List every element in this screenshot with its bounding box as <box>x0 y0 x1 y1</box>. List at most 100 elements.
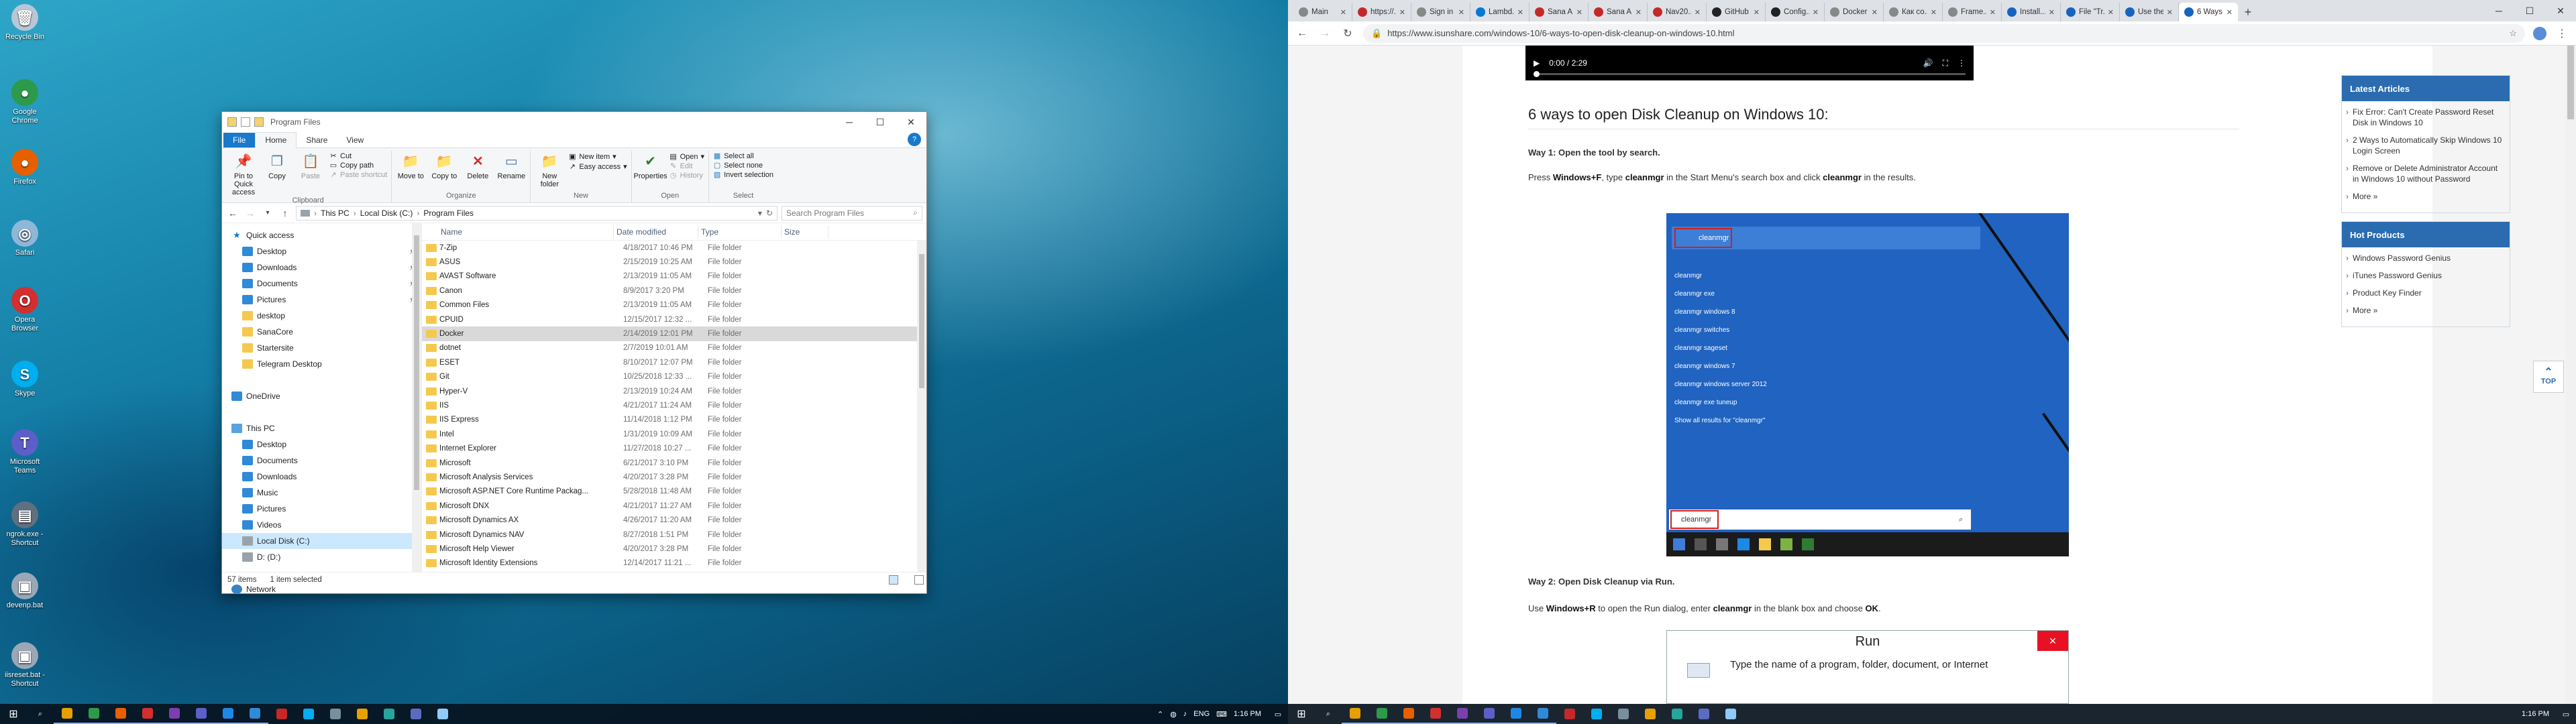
minimize-button[interactable]: ─ <box>834 112 865 132</box>
taskbar-app-icon[interactable] <box>429 704 456 724</box>
taskbar-app-icon[interactable] <box>161 704 188 724</box>
nav-item[interactable]: D: (D:) <box>222 549 421 565</box>
scrollbar-thumb[interactable] <box>414 235 419 490</box>
sidebar-link[interactable]: 2 Ways to Automatically Skip Windows 10 … <box>2346 135 2504 156</box>
file-row[interactable]: Microsoft ASP.NET Core Runtime Packag...… <box>422 485 926 499</box>
taskbar-app-icon[interactable] <box>134 704 161 724</box>
forward-arrow-icon[interactable]: → <box>1318 27 1332 40</box>
new-tab-button[interactable]: + <box>2238 3 2258 21</box>
address-bar[interactable]: 🔒 https://www.isunshare.com/windows-10/6… <box>1363 23 2525 43</box>
maximize-button[interactable]: ☐ <box>2514 0 2545 21</box>
taskbar-app-icon[interactable] <box>54 704 80 724</box>
nav-item[interactable]: Desktop <box>222 436 421 452</box>
nav-item[interactable]: Documents <box>222 452 421 469</box>
back-arrow-icon[interactable]: ← <box>1295 27 1309 40</box>
desktop-shortcut[interactable]: ▣ devenp.bat <box>4 572 46 610</box>
nav-item[interactable]: OneDrive <box>222 388 421 404</box>
paste-button[interactable]: 📋 Paste <box>296 151 325 196</box>
taskbar-app-icon[interactable] <box>402 704 429 724</box>
file-row[interactable]: IIS Express 11/14/2018 1:12 PM File folder <box>422 413 926 427</box>
sidebar-link[interactable]: More » <box>2346 305 2504 316</box>
file-row[interactable]: Intel 1/31/2019 10:09 AM File folder <box>422 427 926 441</box>
file-row[interactable]: Canon 8/9/2017 3:20 PM File folder <box>422 284 926 298</box>
file-row[interactable]: Microsoft Dynamics AX 4/26/2017 11:20 AM F… <box>422 513 926 527</box>
file-list-scrollbar[interactable] <box>917 241 926 572</box>
search-input[interactable]: Search Program Files ⌕ <box>782 205 922 221</box>
language-indicator[interactable]: ENG <box>1193 710 1210 718</box>
file-row[interactable]: ASUS 2/15/2019 10:25 AM File folder <box>422 255 926 269</box>
taskbar-app-icon[interactable] <box>1503 704 1529 724</box>
nav-item[interactable]: Network <box>222 581 421 593</box>
close-tab-icon[interactable]: ✕ <box>1990 8 1996 17</box>
browser-tab[interactable]: Main ✕ <box>1293 3 1352 21</box>
desktop-shortcut[interactable]: O Opera Browser <box>4 287 46 333</box>
taskbar-app-icon[interactable] <box>1583 704 1610 724</box>
nav-item[interactable]: Desktop📌 <box>222 243 421 259</box>
close-tab-icon[interactable]: ✕ <box>1695 8 1701 17</box>
taskbar-app-icon[interactable] <box>1637 704 1664 724</box>
navigation-scrollbar[interactable] <box>412 223 421 572</box>
profile-avatar[interactable] <box>2533 26 2546 40</box>
taskbar-app-icon[interactable] <box>188 704 215 724</box>
reload-icon[interactable]: ↻ <box>1340 27 1355 40</box>
nav-item[interactable]: Local Disk (C:) <box>222 533 421 549</box>
taskbar-app-icon[interactable] <box>268 704 295 724</box>
select-none-button[interactable]: ▢ Select none <box>713 162 773 170</box>
up-arrow-icon[interactable]: ↑ <box>278 208 292 219</box>
taskbar-app-icon[interactable] <box>349 704 376 724</box>
taskbar-app-icon[interactable] <box>1449 704 1476 724</box>
file-row[interactable]: Hyper-V 2/13/2019 10:24 AM File folder <box>422 384 926 398</box>
history-button[interactable]: ◷ History <box>669 172 704 180</box>
file-row[interactable]: AVAST Software 2/13/2019 11:05 AM File fol… <box>422 269 926 284</box>
nav-item[interactable]: Documents📌 <box>222 276 421 292</box>
file-row[interactable]: Microsoft Dynamics NAV 8/27/2018 1:51 PM F… <box>422 528 926 542</box>
copy-to-button[interactable]: 📁 Copy to <box>429 151 459 192</box>
close-tab-icon[interactable]: ✕ <box>1340 8 1346 17</box>
nav-item[interactable]: Music <box>222 485 421 501</box>
search-icon[interactable]: ⌕ <box>1315 704 1342 724</box>
tab-view[interactable]: View <box>337 133 373 147</box>
browser-tab[interactable]: Docker ✕ <box>1825 3 1884 21</box>
taskbar-app-icon[interactable] <box>1610 704 1637 724</box>
taskbar-app-icon[interactable] <box>1422 704 1449 724</box>
taskbar-app-icon[interactable] <box>1395 704 1422 724</box>
close-tab-icon[interactable]: ✕ <box>1813 8 1819 17</box>
sidebar-link[interactable]: More » <box>2346 191 2504 202</box>
explorer-titlebar[interactable]: Program Files ─ ☐ ✕ <box>222 112 926 132</box>
play-icon[interactable]: ▶ <box>1534 58 1540 68</box>
close-tab-icon[interactable]: ✕ <box>1517 8 1523 17</box>
column-header-date[interactable]: Date modified <box>614 225 698 239</box>
browser-tab[interactable]: GitHub ✕ <box>1707 3 1766 21</box>
taskbar-app-icon[interactable] <box>80 704 107 724</box>
taskbar-app-icon[interactable] <box>1717 704 1744 724</box>
network-icon[interactable]: ◍ <box>1170 710 1177 719</box>
tab-home[interactable]: Home <box>255 132 297 148</box>
taskbar-app-icon[interactable] <box>1342 704 1368 724</box>
taskbar-app-icon[interactable] <box>1368 704 1395 724</box>
browser-tab[interactable]: Config... ✕ <box>1766 3 1825 21</box>
progress-knob[interactable] <box>1534 71 1540 77</box>
browser-tab[interactable]: https://...✕ <box>1352 3 1411 21</box>
close-button[interactable]: ✕ <box>2545 0 2576 21</box>
desktop-shortcut[interactable]: ▣ iisreset.bat - Shortcut <box>4 642 46 688</box>
taskbar-app-icon[interactable] <box>215 704 241 724</box>
close-tab-icon[interactable]: ✕ <box>2167 8 2173 17</box>
file-row[interactable]: Internet Explorer 11/27/2018 10:27 ... Fil… <box>422 441 926 455</box>
close-tab-icon[interactable]: ✕ <box>1635 8 1642 17</box>
browser-tab[interactable]: Install... ✕ <box>2002 3 2061 21</box>
nav-item[interactable]: SanaCore <box>222 324 421 340</box>
file-row[interactable]: IIS 4/21/2017 11:24 AM File folder <box>422 398 926 412</box>
taskbar-clock[interactable]: 1:16 PM <box>1234 710 1261 718</box>
column-header-name[interactable]: Name <box>438 225 614 239</box>
file-row[interactable]: 7-Zip 4/18/2017 10:46 PM File folder <box>422 241 926 255</box>
close-tab-icon[interactable]: ✕ <box>1754 8 1760 17</box>
video-player[interactable]: ▶ 0:00 / 2:29 🔊 ⛶ ⋮ <box>1525 46 1974 80</box>
file-row[interactable]: Microsoft Analysis Services 4/20/2017 3:2… <box>422 470 926 484</box>
tab-share[interactable]: Share <box>297 133 337 147</box>
browser-tab[interactable]: Sana A...✕ <box>1589 3 1648 21</box>
close-button[interactable]: ✕ <box>896 112 926 132</box>
file-row[interactable]: Common Files 2/13/2019 11:05 AM File folde… <box>422 298 926 312</box>
browser-tab[interactable]: Frame... ✕ <box>1943 3 2002 21</box>
select-all-button[interactable]: ▦ Select all <box>713 152 773 160</box>
close-tab-icon[interactable]: ✕ <box>2049 8 2055 17</box>
